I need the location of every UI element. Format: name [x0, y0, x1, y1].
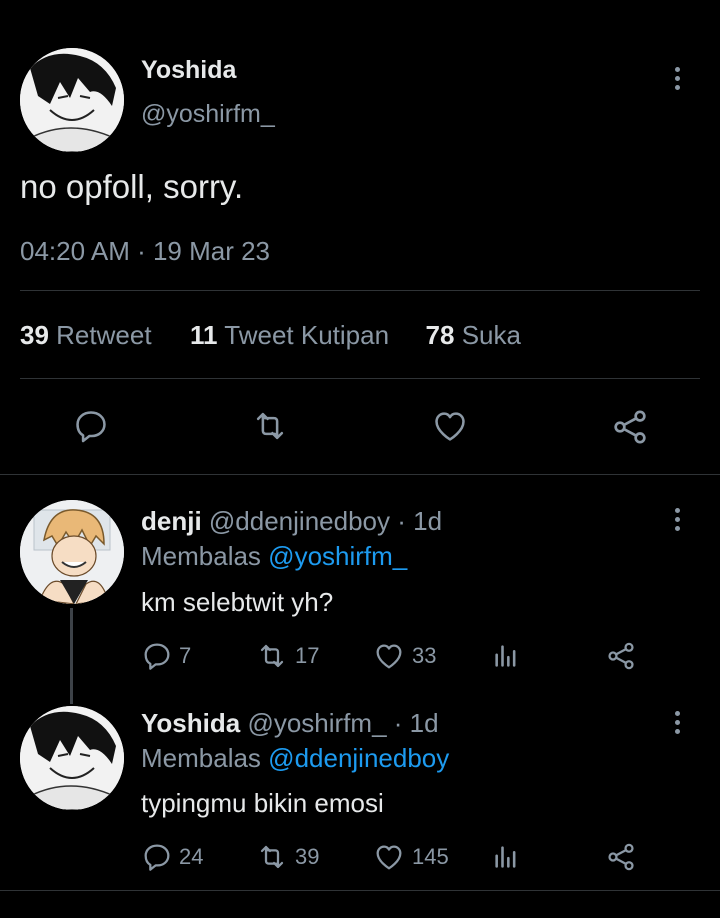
- divider: [20, 378, 700, 379]
- share-icon[interactable]: [610, 407, 650, 447]
- more-icon[interactable]: [675, 711, 681, 738]
- retweet-count: 39: [295, 844, 320, 869]
- heart-icon[interactable]: 145: [372, 841, 449, 873]
- mention-link[interactable]: @yoshirfm_: [268, 541, 407, 571]
- reply-text: km selebtwit yh?: [141, 587, 334, 617]
- like-count[interactable]: 78 Suka: [426, 320, 521, 350]
- reply-count: 24: [179, 844, 204, 869]
- reply-icon[interactable]: [72, 407, 110, 445]
- retweet-icon[interactable]: 17: [255, 640, 319, 672]
- reply-text: typingmu bikin emosi: [141, 788, 384, 818]
- reply-icon[interactable]: 7: [141, 640, 191, 672]
- more-icon[interactable]: [675, 67, 681, 94]
- tweet-timestamp[interactable]: 04:20 AM · 19 Mar 23: [20, 236, 270, 267]
- reply-author-handle[interactable]: @yoshirfm_: [247, 708, 386, 738]
- author-handle[interactable]: @yoshirfm_: [141, 100, 275, 129]
- reply-author-name[interactable]: Yoshida: [141, 708, 240, 738]
- retweet-count: 17: [295, 643, 320, 668]
- reply-header: denji @ddenjinedboy · 1d: [141, 506, 442, 537]
- mention-link[interactable]: @ddenjinedboy: [268, 743, 449, 773]
- reply-header: Yoshida @yoshirfm_ · 1d: [141, 708, 439, 739]
- divider: [0, 890, 720, 891]
- replying-to: Membalas @ddenjinedboy: [141, 743, 450, 773]
- share-icon[interactable]: [605, 640, 637, 672]
- tweet-stats: 39 Retweet 11 Tweet Kutipan 78 Suka: [20, 320, 521, 351]
- avatar[interactable]: [20, 706, 124, 810]
- heart-icon[interactable]: [430, 407, 470, 445]
- reply-author-handle[interactable]: @ddenjinedboy: [209, 506, 390, 536]
- retweet-icon[interactable]: [250, 407, 290, 445]
- author-name[interactable]: Yoshida: [141, 56, 236, 85]
- thread-connector: [70, 608, 73, 704]
- retweet-icon[interactable]: 39: [255, 841, 319, 873]
- quote-count[interactable]: 11 Tweet Kutipan: [190, 320, 389, 350]
- share-icon[interactable]: [605, 841, 637, 873]
- replying-to: Membalas @yoshirfm_: [141, 541, 408, 571]
- reply-count: 7: [179, 643, 192, 668]
- reply-time[interactable]: · 1d: [394, 708, 439, 738]
- reply-time[interactable]: · 1d: [397, 506, 442, 536]
- reply-author-name[interactable]: denji: [141, 506, 202, 536]
- analytics-icon[interactable]: [492, 843, 520, 871]
- like-count: 33: [412, 643, 437, 668]
- tweet-text: no opfoll, sorry.: [20, 168, 244, 205]
- reply-icon[interactable]: 24: [141, 841, 203, 873]
- heart-icon[interactable]: 33: [372, 640, 436, 672]
- like-count: 145: [412, 844, 449, 869]
- divider: [0, 474, 720, 475]
- avatar[interactable]: [20, 500, 124, 604]
- divider: [20, 290, 700, 291]
- analytics-icon[interactable]: [492, 642, 520, 670]
- more-icon[interactable]: [675, 508, 681, 535]
- retweet-count[interactable]: 39 Retweet: [20, 320, 152, 350]
- avatar[interactable]: [20, 48, 124, 152]
